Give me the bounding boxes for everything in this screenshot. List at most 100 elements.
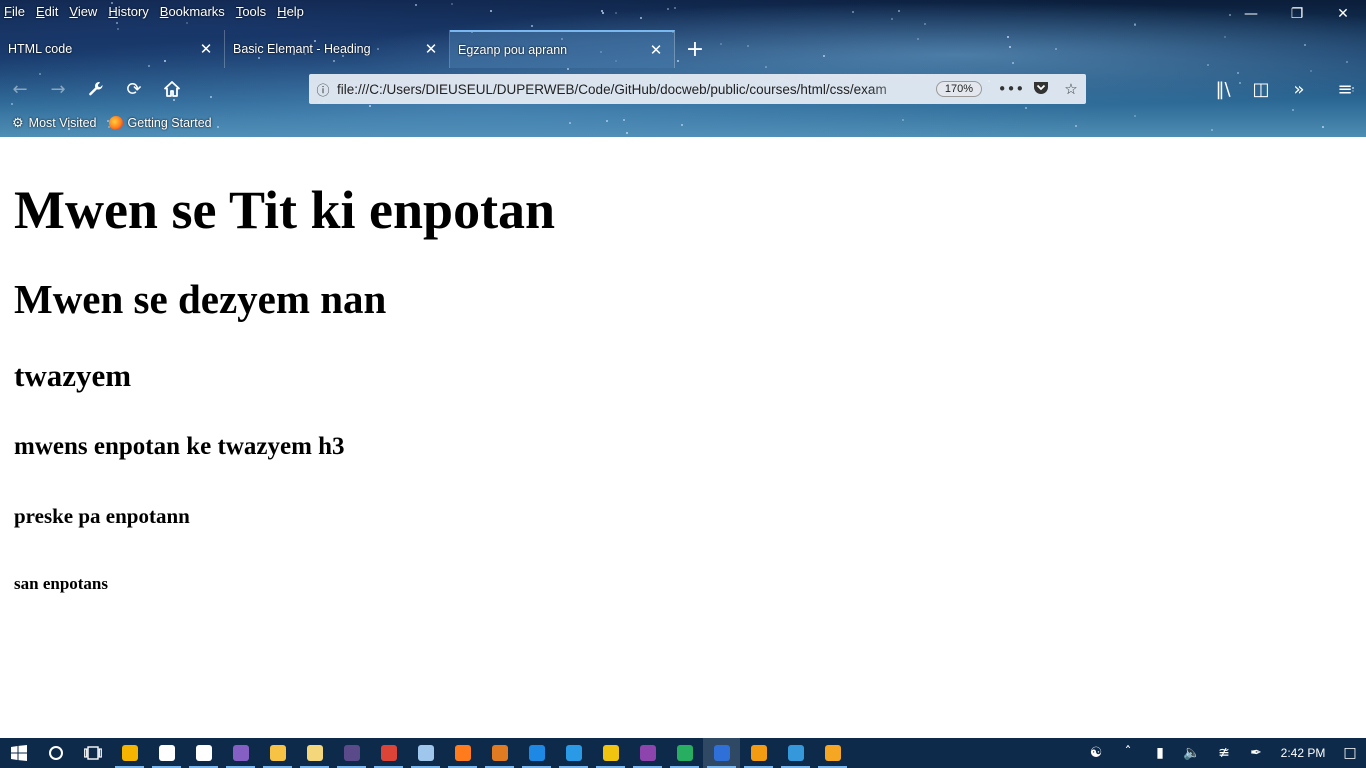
star [601,10,603,12]
menu-view[interactable]: View [69,4,97,19]
info-icon[interactable]: ⓘ [309,80,337,99]
star [852,11,854,13]
battery-icon[interactable]: ▮ [1144,745,1176,761]
menu-bookmarks[interactable]: Bookmarks [160,4,225,19]
taskbar-firefox-dev-icon[interactable] [703,738,740,768]
close-window-button[interactable]: ✕ [1320,0,1366,28]
page-content: Mwen se Tit ki enpotan Mwen se dezyem na… [0,137,1366,738]
taskbar-git-icon[interactable] [592,738,629,768]
home-icon[interactable] [155,70,189,108]
restore-button[interactable]: ❐ [1274,0,1320,28]
close-tab-icon[interactable]: ✕ [196,40,216,58]
reload-icon[interactable]: ⟳ [117,70,151,108]
hamburger-menu-icon[interactable]: ≡ [1328,70,1362,108]
menu-bar: File Edit View History Bookmarks Tools H… [0,0,315,22]
file-explorer-tile-icon [269,745,286,761]
media-tile-icon [750,745,767,761]
people-icon[interactable]: ☯ [1080,745,1112,761]
overflow-chevron-icon[interactable]: » [1282,70,1316,108]
star [640,17,642,19]
back-arrow-icon[interactable]: ← [3,70,37,108]
sidebar-icon[interactable]: ◫ [1244,70,1278,108]
taskbar: ☯ ˆ ▮ 🔈 ≇ ✒ 2:42 PM □ [0,738,1366,768]
search-circle-icon[interactable] [37,738,74,768]
new-tab-button[interactable]: + [675,30,715,68]
taskbar-chrome-icon[interactable] [370,738,407,768]
jw-tile-icon [343,745,360,761]
tab-egzanp-pou-aprann[interactable]: Egzanp pou aprann ✕ [450,30,675,68]
notifications-icon[interactable]: □ [1334,745,1366,761]
taskbar-visual-studio-icon[interactable] [222,738,259,768]
tab-basic-element-heading[interactable]: Basic Elemant - Heading ✕ [225,30,450,68]
bookmarks-toolbar: ⚙ Most Visited Getting Started [0,112,224,134]
mail-tile-icon [158,745,175,761]
visual-studio-tile-icon [232,745,249,761]
url-text[interactable]: file:///C:/Users/DIEUSEUL/DUPERWEB/Code/… [337,82,926,97]
store-tile-icon [195,745,212,761]
taskbar-app-orange-icon[interactable] [814,738,851,768]
task-view-icon[interactable] [74,738,111,768]
wrench-icon[interactable] [79,70,113,108]
close-tab-icon[interactable]: ✕ [646,41,666,59]
heading-3: twazyem [14,358,132,393]
close-tab-icon[interactable]: ✕ [421,40,441,58]
taskbar-mail-icon[interactable] [148,738,185,768]
star [667,8,669,10]
chrome-tile-icon [380,745,397,761]
clock[interactable]: 2:42 PM [1272,746,1334,760]
star [569,122,571,124]
bookmark-label: Getting Started [127,116,212,130]
taskbar-app-blue-icon[interactable] [777,738,814,768]
star [898,10,900,12]
taskbar-file-explorer-icon[interactable] [259,738,296,768]
pen-icon[interactable]: ✒ [1240,745,1272,761]
taskbar-chrome-canary-icon[interactable] [111,738,148,768]
star [451,3,453,5]
windows-start-icon[interactable] [0,738,37,768]
menu-edit[interactable]: Edit [36,4,58,19]
zoom-level-badge[interactable]: 170% [935,81,982,97]
taskbar-vscode-icon[interactable] [555,738,592,768]
volume-icon[interactable]: 🔈 [1176,745,1208,761]
pocket-icon[interactable] [1026,80,1056,99]
taskbar-jw-icon[interactable] [333,738,370,768]
star [415,4,417,6]
bookmark-star-icon[interactable]: ☆ [1056,80,1086,98]
menu-tools[interactable]: Tools [236,4,266,19]
star [606,120,608,122]
star [615,12,617,14]
tab-strip: HTML code ✕ Basic Elemant - Heading ✕ Eg… [0,30,1366,68]
sublime-tile-icon [491,745,508,761]
star [924,23,926,25]
bookmark-getting-started[interactable]: Getting Started [108,116,212,130]
page-actions-icon[interactable]: ••• [996,80,1026,98]
bookmark-most-visited[interactable]: ⚙ Most Visited [12,115,97,131]
app-orange-tile-icon [824,745,841,761]
star [186,22,188,24]
tab-html-code[interactable]: HTML code ✕ [0,30,225,68]
star [1322,126,1324,128]
library-icon[interactable]: ‖\ [1206,70,1240,108]
menu-file[interactable]: File [4,4,25,19]
taskbar-sublime-icon[interactable] [481,738,518,768]
taskbar-edge-icon[interactable] [518,738,555,768]
menu-history[interactable]: History [108,4,148,19]
chrome-canary-tile-icon [121,745,138,761]
taskbar-app-purple-icon[interactable] [629,738,666,768]
star [1292,109,1294,111]
minimize-button[interactable]: — [1228,0,1274,28]
taskbar-media-icon[interactable] [740,738,777,768]
star [1134,115,1136,117]
firefox-dev-tile-icon [713,745,730,761]
taskbar-notepad-icon[interactable] [407,738,444,768]
forward-arrow-icon[interactable]: → [41,70,75,108]
menu-help[interactable]: Help [277,4,304,19]
chevron-up-icon[interactable]: ˆ [1112,745,1144,761]
taskbar-notes-icon[interactable] [296,738,333,768]
url-bar[interactable]: ⓘ file:///C:/Users/DIEUSEUL/DUPERWEB/Cod… [309,74,1086,104]
taskbar-store-icon[interactable] [185,738,222,768]
taskbar-app-green-icon[interactable] [666,738,703,768]
taskbar-firefox-icon[interactable] [444,738,481,768]
star [490,10,492,12]
network-icon[interactable]: ≇ [1208,745,1240,761]
